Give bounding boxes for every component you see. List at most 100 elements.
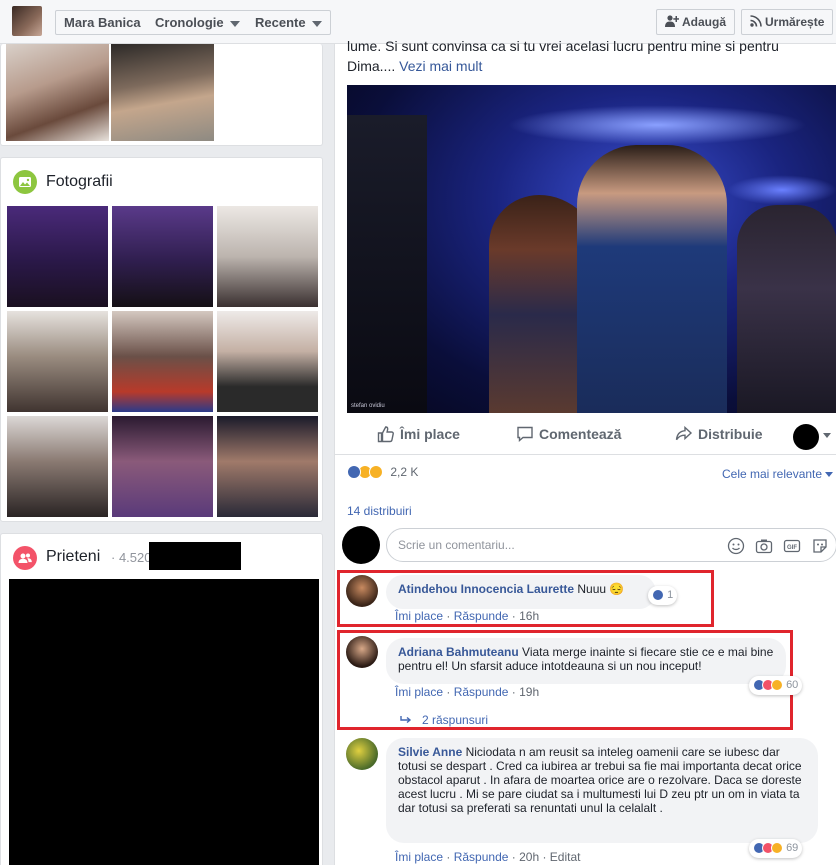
reaction-count-label: 69 — [786, 842, 799, 854]
share-action-label: Distribuie — [698, 426, 763, 442]
comment-like-link[interactable]: Îmi place — [395, 850, 443, 864]
comment-meta: Îmi place · Răspunde · 16h — [395, 609, 540, 623]
reactions-summary[interactable]: 2,2 K — [347, 464, 418, 479]
comment-meta: Îmi place · Răspunde · 20h · Editat — [395, 850, 581, 864]
like-action-label: Îmi place — [400, 426, 460, 442]
featured-photo-2[interactable] — [111, 44, 214, 141]
friends-icon — [13, 546, 37, 570]
comment-bubble: Silvie Anne Niciodata n am reusit sa int… — [386, 738, 818, 843]
comment-placeholder: Scrie un comentariu... — [398, 538, 515, 552]
commenter-avatar[interactable] — [346, 575, 378, 607]
user-avatar-redacted — [342, 526, 380, 564]
like-action-button[interactable]: Îmi place — [377, 424, 460, 444]
share-icon — [675, 425, 693, 441]
reactions-count: 2,2 K — [390, 464, 419, 479]
share-action-button[interactable]: Distribuie — [675, 424, 763, 444]
comment-like-link[interactable]: Îmi place — [395, 609, 443, 623]
comment-meta: Îmi place · Răspunde · 19h — [395, 685, 540, 699]
commenter-avatar[interactable] — [346, 636, 378, 668]
photo-thumb[interactable] — [7, 416, 108, 517]
photo-thumb[interactable] — [217, 416, 318, 517]
comment-like-link[interactable]: Îmi place — [395, 685, 443, 699]
profile-name-button[interactable]: Mara Banica — [55, 10, 150, 35]
like-reaction-icon — [347, 464, 361, 479]
shares-count[interactable]: 14 distribuiri — [347, 504, 412, 518]
photo-thumb[interactable] — [112, 206, 213, 307]
comment-icon — [517, 426, 533, 443]
photo-thumb[interactable] — [7, 311, 108, 412]
friends-count: · 4.520 — [111, 550, 152, 565]
comment-bubble: Adriana Bahmuteanu Viata merge inainte s… — [386, 638, 786, 684]
comment-reply-link[interactable]: Răspunde — [454, 609, 509, 623]
post-text-line: lume. Si sunt convinsa ca si tu vrei ace… — [347, 38, 779, 54]
reaction-count-label: 1 — [667, 589, 674, 601]
photos-card: Fotografii — [0, 157, 323, 522]
recent-dropdown[interactable]: Recente — [247, 10, 331, 35]
photos-icon — [13, 170, 37, 194]
view-replies-link[interactable]: 2 răspunsuri — [400, 713, 488, 727]
comment-author[interactable]: Atindehou Innocencia Laurette — [398, 582, 574, 596]
sticker-icon[interactable] — [811, 537, 829, 555]
comment-text: Nuuu — [577, 582, 607, 596]
comment-action-button[interactable]: Comentează — [516, 424, 621, 444]
comment-author[interactable]: Adriana Bahmuteanu — [398, 645, 519, 659]
reply-arrow-icon — [400, 716, 412, 724]
recent-label: Recente — [255, 15, 306, 30]
add-friend-icon — [665, 15, 680, 27]
wow-reaction-icon — [369, 464, 383, 479]
photos-title[interactable]: Fotografii — [46, 173, 113, 191]
comment-action-label: Comentează — [539, 426, 622, 442]
emoji-icon[interactable] — [727, 537, 745, 555]
comment-time[interactable]: 16h — [519, 609, 539, 623]
sort-comments-dropdown[interactable]: Cele mai relevante — [722, 467, 834, 481]
photo-thumb[interactable] — [217, 311, 318, 412]
comment-author[interactable]: Silvie Anne — [398, 745, 462, 759]
comment-reaction-count[interactable]: 1 — [648, 586, 678, 605]
follow-button[interactable]: Urmărește — [741, 9, 834, 35]
featured-photo-1[interactable] — [6, 44, 109, 141]
chevron-down-icon[interactable] — [823, 433, 831, 438]
comment-reply-link[interactable]: Răspunde — [454, 850, 509, 864]
post-card: lume. Si sunt convinsa ca si tu vrei ace… — [334, 38, 836, 865]
photo-thumb[interactable] — [112, 416, 213, 517]
photo-credit: stefan ovidiu — [351, 403, 385, 409]
replies-count-label: 2 răspunsuri — [422, 713, 489, 727]
photo-thumb[interactable] — [217, 206, 318, 307]
comment-time[interactable]: 20h — [519, 850, 539, 864]
chevron-down-icon — [311, 20, 322, 27]
gif-icon[interactable]: GIF — [783, 537, 801, 555]
add-friend-button[interactable]: Adaugă — [656, 9, 736, 35]
svg-text:GIF: GIF — [787, 545, 797, 551]
featured-photos-card — [0, 44, 323, 146]
chevron-down-icon — [825, 472, 834, 478]
post-text-line: Dima.... — [347, 58, 396, 74]
camera-icon[interactable] — [755, 537, 773, 555]
chevron-down-icon — [229, 20, 240, 27]
like-reaction-icon — [652, 589, 664, 602]
wow-reaction-icon — [771, 842, 783, 855]
pensive-emoji: 😔 — [609, 582, 625, 596]
timeline-dropdown[interactable]: Cronologie — [147, 10, 249, 35]
follow-label: Urmărește — [765, 15, 825, 29]
profile-name-label: Mara Banica — [64, 15, 141, 30]
reaction-count-label: 60 — [786, 679, 799, 691]
friends-title[interactable]: Prieteni — [46, 548, 100, 566]
comment-reaction-count[interactable]: 60 — [749, 676, 803, 695]
profile-avatar[interactable] — [12, 6, 42, 36]
friends-card: Prieteni · 4.520 — [0, 533, 323, 865]
photo-thumb[interactable] — [112, 311, 213, 412]
commenter-avatar[interactable] — [346, 738, 378, 770]
thumbs-up-icon — [377, 426, 394, 443]
comment-bubble: Atindehou Innocencia Laurette Nuuu 😔 — [386, 575, 656, 609]
comment-edited-label[interactable]: Editat — [550, 850, 581, 864]
comment-reply-link[interactable]: Răspunde — [454, 685, 509, 699]
comment-time[interactable]: 19h — [519, 685, 539, 699]
haha-reaction-icon — [771, 679, 783, 692]
page-avatar-redacted[interactable] — [793, 424, 819, 450]
comment-reaction-count[interactable]: 69 — [749, 839, 803, 858]
see-more-link[interactable]: Vezi mai mult — [399, 58, 482, 74]
comment-input[interactable]: Scrie un comentariu... GIF — [386, 528, 836, 562]
photo-thumb[interactable] — [7, 206, 108, 307]
sort-label: Cele mai relevante — [722, 467, 823, 481]
post-photo[interactable]: stefan ovidiu — [347, 85, 836, 413]
